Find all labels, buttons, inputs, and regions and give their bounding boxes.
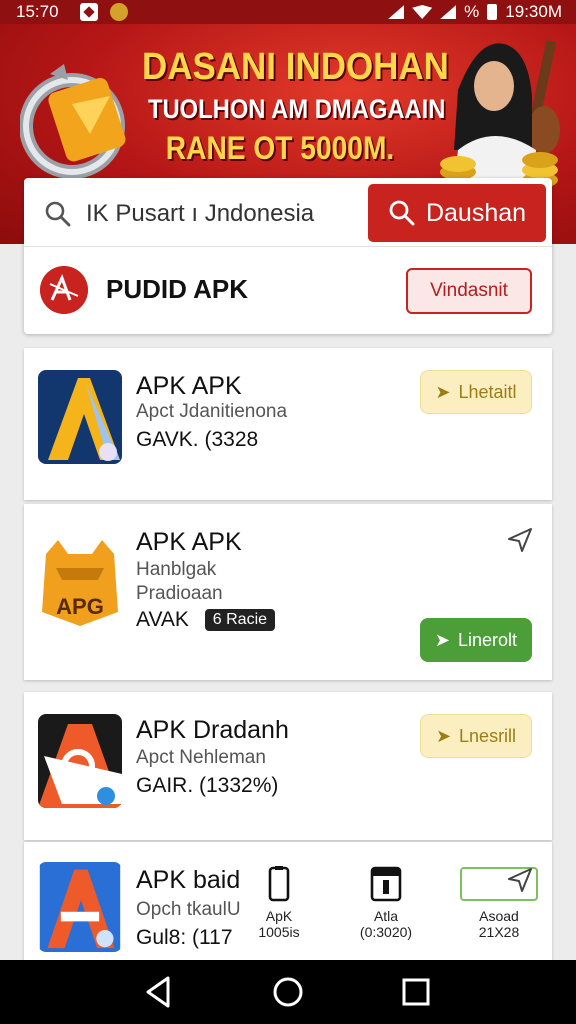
- banner-subheadline: TUOLHON AM DMAGAAIN: [148, 94, 446, 124]
- install-button[interactable]: ➤ Lnesrill: [420, 714, 532, 758]
- app-icon: [38, 370, 122, 464]
- recents-icon[interactable]: [398, 974, 434, 1010]
- app-meta: Gul8: (117: [136, 926, 233, 949]
- arrow-right-icon: ➤: [435, 725, 452, 746]
- status-bar: 15:70 % 19:30M: [0, 0, 576, 24]
- featured-install-button[interactable]: Vindasnit: [406, 268, 532, 314]
- app-icon-text: APG: [56, 594, 104, 619]
- app-name: APK APK: [136, 528, 242, 556]
- search-card: IK Pusart ı Jndonesia Daushan PUDID APK …: [24, 178, 552, 334]
- app-subtitle: Hanblgak: [136, 559, 217, 580]
- app-subtitle-secondary: Pradioaan: [136, 583, 223, 604]
- stat-label: ApK: [265, 908, 293, 924]
- app-list-item[interactable]: APG APK APK Hanblgak Pradioaan AVAK 6 Ra…: [24, 504, 552, 680]
- install-button-label: Lhetaitl: [458, 381, 517, 402]
- signal-icon: [388, 5, 405, 19]
- app-list-item[interactable]: APK baid Opch tkaulU Gul8: (117 ApK 1005…: [24, 842, 552, 960]
- app-meta: GAVK. (3328: [136, 428, 259, 451]
- battery-percent: %: [464, 2, 480, 21]
- app-name: APK Dradanh: [136, 716, 289, 744]
- app-list-item[interactable]: APK APK Apct Jdanitienona GAVK. (3328 ➤ …: [24, 348, 552, 500]
- arrow-right-icon: ➤: [435, 381, 451, 402]
- install-button-label: Linerolt: [458, 629, 518, 650]
- status-time-right: 19:30M: [505, 2, 562, 21]
- featured-app-title: PUDID APK: [106, 274, 249, 304]
- search-icon: [45, 201, 71, 227]
- stat-item: ApK 1005is: [254, 866, 304, 940]
- search-button[interactable]: Daushan: [368, 184, 546, 242]
- app-subtitle: Apct Nehleman: [136, 747, 266, 768]
- search-button-label: Daushan: [425, 198, 527, 227]
- app-icon: [39, 862, 121, 952]
- stat-label: Asoad: [479, 908, 519, 924]
- app-icon: [38, 714, 122, 808]
- storage-icon: [370, 866, 402, 902]
- navigation-bar: [0, 960, 576, 1024]
- app-subtitle: Opch tkaulU: [136, 899, 241, 920]
- divider: [24, 246, 552, 247]
- share-icon[interactable]: [506, 866, 534, 894]
- wifi-icon: [412, 5, 433, 19]
- featured-install-label: Vindasnit: [430, 280, 508, 301]
- status-icons: % 19:30M: [388, 2, 562, 22]
- app-meta: GAIR. (1332%): [136, 774, 279, 797]
- stat-item: Asoad 21X28: [446, 866, 552, 940]
- install-button[interactable]: ➤ Lhetaitl: [420, 370, 532, 414]
- size-badge: 6 Racie: [204, 609, 276, 632]
- app-icon: APG: [38, 534, 122, 628]
- back-icon[interactable]: [142, 974, 178, 1010]
- status-time-left: 15:70: [16, 2, 59, 21]
- home-icon[interactable]: [270, 974, 306, 1010]
- app-list-item[interactable]: APK Dradanh Apct Nehleman GAIR. (1332%) …: [24, 692, 552, 840]
- share-icon[interactable]: [506, 526, 534, 554]
- battery-icon: [487, 4, 498, 20]
- install-button-label: Lnesrill: [459, 725, 517, 746]
- banner-tagline: RANE OT 5000M.: [165, 130, 395, 166]
- banner-headline: DASANI INDOHAN: [142, 46, 449, 88]
- app-meta: AVAK 6 Racie: [136, 608, 276, 632]
- app-name: APK APK: [136, 372, 242, 400]
- cell-signal-icon: [440, 5, 457, 19]
- stat-item: Atla (0:3020): [354, 866, 418, 940]
- notification-icon: [80, 3, 98, 21]
- install-button[interactable]: ➤ Linerolt: [420, 618, 532, 662]
- search-input-value: IK Pusart ı Jndonesia: [86, 200, 315, 227]
- app-name: APK baid: [136, 866, 241, 894]
- search-icon: [389, 200, 415, 226]
- app-meta-text: AVAK: [136, 608, 189, 631]
- app-notification-icon: [110, 3, 128, 21]
- search-input[interactable]: IK Pusart ı Jndonesia: [38, 186, 358, 242]
- stat-value: 1005is: [258, 924, 300, 940]
- phone-icon: [268, 866, 290, 902]
- promo-person-illustration: [440, 40, 560, 200]
- arrow-right-icon: ➤: [434, 629, 451, 650]
- featured-app-logo-icon: [40, 266, 88, 314]
- stat-value: (0:3020): [359, 924, 413, 940]
- stat-value: 21X28: [478, 924, 520, 940]
- stat-label: Atla: [373, 908, 399, 924]
- promo-logo-icon: [20, 64, 126, 179]
- app-subtitle: Apct Jdanitienona: [136, 401, 288, 422]
